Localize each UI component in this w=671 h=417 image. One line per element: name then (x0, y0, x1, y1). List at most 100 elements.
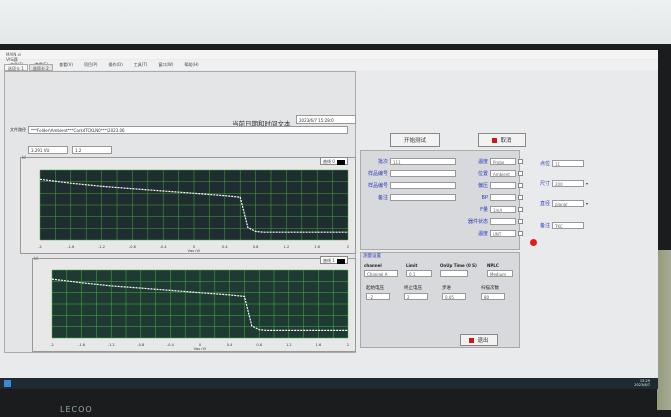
menu-help[interactable]: 帮助(H) (184, 62, 198, 68)
field-bias: 偏压 (462, 182, 523, 189)
sweep-count-input[interactable]: 80 (481, 293, 505, 300)
checkbox[interactable] (518, 231, 523, 236)
x-tick-label: 0.8 (253, 245, 259, 249)
x-tick-label: 0.4 (222, 245, 228, 249)
field-label: 备注 (539, 223, 550, 229)
x-tick-label: 2 (347, 245, 349, 249)
field-label: BP (481, 194, 488, 201)
start-voltage-input[interactable]: -2 (366, 293, 390, 300)
checkbox[interactable] (518, 159, 523, 164)
field-label: 器件状态 (467, 219, 488, 225)
start-test-label: 开始测试 (403, 138, 426, 144)
x-tick-label: 1.2 (284, 245, 290, 249)
channel-select[interactable]: Channel A (364, 270, 398, 277)
x-tick-label: -1.2 (108, 343, 115, 347)
remark-input[interactable] (390, 194, 456, 201)
sample-2-input[interactable] (390, 182, 456, 189)
cancel-label: 取消 (500, 138, 512, 144)
menu-bar: 文件(F) 编辑(E) 查看(V) 项目(P) 操作(O) 工具(T) 窗口(W… (0, 60, 658, 70)
field-label: 位置 (477, 171, 488, 177)
windows-start-icon[interactable] (4, 380, 11, 387)
field-temp: 温度 Probe (462, 158, 523, 165)
field-label: 温度 (477, 159, 488, 165)
temp-input[interactable]: Probe (490, 158, 516, 165)
diameter-select[interactable]: planar (552, 200, 584, 207)
chart-2[interactable]: -2 -1.6 -1.2 -0.8 -0.4 0 0.4 0.8 1.2 1.6 2Vgs (V) (34, 266, 354, 350)
path-row: 文件路径 ***Folder\Ambient***Cark4TCKLN0***\… (10, 126, 348, 134)
bp-input[interactable] (490, 194, 516, 201)
param-label-step: 步进 (442, 286, 451, 291)
menu-view[interactable]: 查看(V) (59, 62, 73, 68)
x-axis-label: Vgs (V) (194, 347, 207, 350)
field-batch: 批次 111 (364, 158, 456, 165)
field-sample-1: 样品编号 (364, 170, 456, 177)
x-axis-label: Vgs (V) (188, 249, 201, 252)
sample-1-input[interactable] (390, 170, 456, 177)
col-channel: channel (364, 263, 382, 268)
chart-1-legend-text: 曲线 0 (323, 159, 335, 164)
menu-tools[interactable]: 工具(T) (134, 62, 148, 68)
temp-2-input[interactable]: UNT (490, 230, 516, 237)
position-input[interactable]: Ambient (490, 170, 516, 177)
bias-input[interactable] (490, 182, 516, 189)
field-label: 尺寸 (539, 181, 550, 187)
checkbox[interactable] (518, 207, 523, 212)
param-label-count: 扫描次数 (481, 286, 499, 291)
x-tick-label: -2 (38, 245, 42, 249)
end-voltage-input[interactable]: 2 (404, 293, 428, 300)
note-input[interactable]: TKC (552, 222, 584, 229)
limit-input[interactable]: 0.1 (406, 270, 432, 277)
batch-input[interactable]: 111 (390, 158, 456, 165)
field-label: 温度 (477, 231, 488, 237)
tab-2[interactable]: 选项卡 2 (28, 64, 53, 71)
nplc-select[interactable]: Medium (487, 270, 513, 277)
device-state-input[interactable] (490, 218, 516, 225)
vi-label: VIS器 (6, 58, 18, 63)
field-temp-2: 温度 UNT (462, 230, 523, 237)
cable (657, 250, 671, 410)
x-tick-label: 1.6 (316, 343, 322, 347)
ontime-input[interactable] (440, 270, 468, 277)
field-label: 样品编号 (367, 171, 388, 177)
col-nplc: NPLC (487, 263, 499, 268)
field-label: F量 (480, 207, 488, 213)
field-label: 偏压 (477, 183, 488, 189)
param-label-end: 终止电压 (404, 286, 422, 291)
tab-bar: 选项卡 1 选项卡 2 (4, 64, 53, 71)
monitor-brand: LECOO (60, 405, 93, 414)
size-select[interactable]: 200 (552, 180, 584, 187)
chart-2-legend[interactable]: 曲线 1 (320, 256, 348, 264)
checkbox[interactable] (518, 195, 523, 200)
checkbox[interactable] (518, 219, 523, 224)
step-input[interactable]: 0.05 (442, 293, 466, 300)
x-tick-label: -2 (50, 343, 54, 347)
chevron-down-icon: ▾ (586, 181, 589, 186)
x-tick-label: 2 (347, 343, 349, 347)
tab-1[interactable]: 选项卡 1 (4, 64, 28, 71)
tray-date: 2023/6/7 (634, 383, 650, 387)
field-diameter: 直径 planar ▾ (528, 200, 588, 207)
point-input[interactable]: 11 (552, 160, 584, 167)
field-bp: BP (462, 194, 523, 201)
chart-1[interactable]: -2 -1.6 -1.2 -0.8 -0.4 0 0.4 0.8 1.2 1.6 2Vgs (V) (22, 166, 354, 252)
path-input[interactable]: ***Folder\Ambient***Cark4TCKLN0***\2023.… (28, 126, 348, 134)
menu-operate[interactable]: 操作(O) (108, 62, 122, 68)
taskbar: 15:29 2023/6/7 (0, 378, 658, 389)
field-label: 样品编号 (367, 183, 388, 189)
left-value-field[interactable]: 3.291 VU (28, 146, 68, 154)
checkbox[interactable] (518, 171, 523, 176)
right-value-field[interactable]: 1.2 (72, 146, 112, 154)
start-test-button[interactable]: 开始测试 (390, 133, 440, 147)
cancel-button[interactable]: 取消 (478, 133, 526, 147)
field-size: 尺寸 200 ▾ (528, 180, 588, 187)
menu-window[interactable]: 窗口(W) (158, 62, 173, 68)
checkbox[interactable] (518, 183, 523, 188)
x-tick-label: -0.4 (167, 343, 175, 347)
menu-project[interactable]: 项目(P) (84, 62, 98, 68)
x-tick-label: 1.6 (314, 245, 320, 249)
exit-button[interactable]: 退出 (460, 334, 498, 346)
current-input[interactable]: 1mA (490, 206, 516, 213)
field-sample-2: 样品编号 (364, 182, 456, 189)
chart-1-legend[interactable]: 曲线 0 (320, 157, 348, 165)
date-field: 2023/6/7 15:28:0 (296, 115, 356, 124)
